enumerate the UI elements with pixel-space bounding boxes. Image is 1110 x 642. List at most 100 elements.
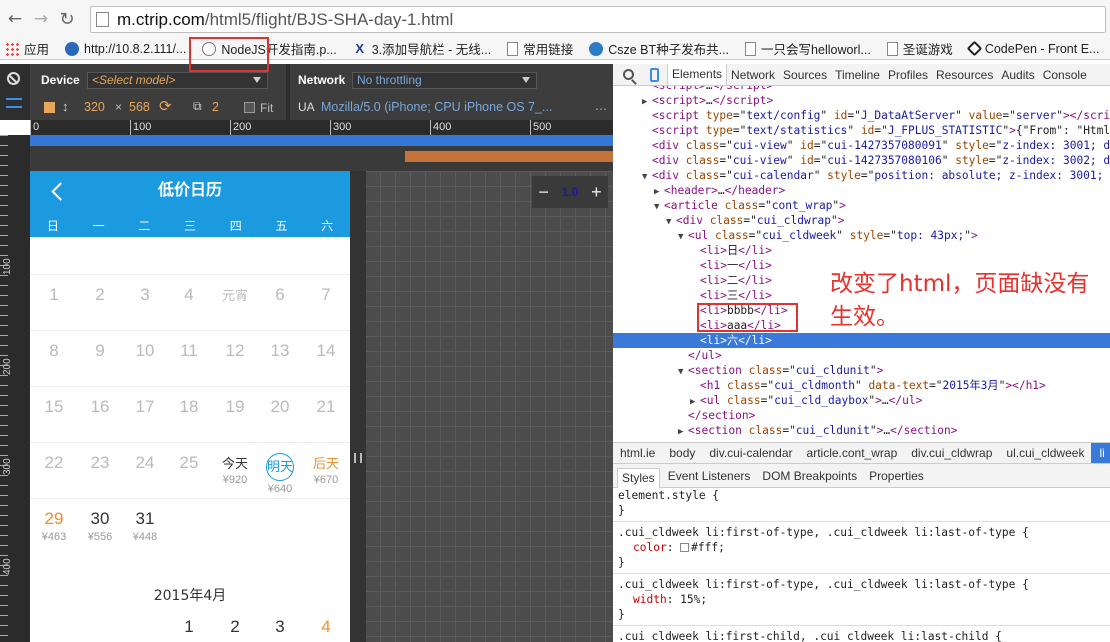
calendar-day[interactable]: 2 bbox=[77, 285, 123, 305]
bookmark-item[interactable]: X 3.添加导航栏 - 无线... bbox=[353, 39, 491, 58]
calendar-day[interactable]: 29 ¥463 bbox=[31, 509, 77, 543]
resize-handle[interactable] bbox=[350, 171, 366, 642]
style-selector[interactable]: .cui_cldweek li:first-of-type, .cui_cldw… bbox=[618, 577, 1029, 592]
user-agent-field[interactable]: Mozilla/5.0 (iPhone; CPU iPhone OS 7_... bbox=[321, 100, 552, 114]
calendar-day[interactable]: 元宵 bbox=[212, 285, 258, 304]
expand-triangle-icon[interactable]: ▶ bbox=[678, 425, 688, 440]
calendar-day[interactable]: 3 bbox=[257, 617, 303, 637]
calendar-day[interactable]: 22 bbox=[31, 453, 77, 473]
tab-timeline[interactable]: Timeline bbox=[831, 68, 884, 82]
breadcrumb-item[interactable]: article.cont_wrap bbox=[800, 446, 905, 460]
calendar-day[interactable]: 9 bbox=[77, 341, 123, 361]
calendar-day[interactable]: 1 bbox=[31, 285, 77, 305]
calendar-day[interactable]: 24 bbox=[122, 453, 168, 473]
calendar-day[interactable]: 30 ¥556 bbox=[77, 509, 123, 543]
url-input[interactable]: m.ctrip.com/html5/flight/BJS-SHA-day-1.h… bbox=[90, 6, 1106, 33]
color-swatch-icon[interactable] bbox=[680, 543, 690, 552]
style-property[interactable]: width: 15%; bbox=[633, 592, 707, 607]
calendar-day[interactable]: 11 bbox=[166, 341, 212, 361]
calendar-day[interactable]: 25 bbox=[166, 453, 212, 473]
tab-sources[interactable]: Sources bbox=[779, 68, 831, 82]
breadcrumb-item[interactable]: div.cui-calendar bbox=[702, 446, 799, 460]
calendar-day[interactable]: 21 bbox=[303, 397, 349, 417]
zoom-in-button[interactable]: + bbox=[591, 182, 602, 203]
dom-node-line[interactable]: </section> bbox=[613, 408, 1110, 423]
dom-node-line[interactable]: ▼ <article class="cont_wrap"> bbox=[613, 198, 1110, 213]
dom-node-line[interactable]: ▶ <ul class="cui_cld_daybox">…</ul> bbox=[613, 393, 1110, 408]
media-query-icon[interactable] bbox=[6, 98, 22, 108]
calendar-day[interactable]: 7 bbox=[303, 285, 349, 305]
width-field[interactable]: 320 bbox=[84, 100, 105, 114]
media-query-bar-min[interactable] bbox=[405, 151, 613, 162]
breadcrumb-item[interactable]: body bbox=[662, 446, 702, 460]
height-field[interactable]: 568 bbox=[129, 100, 150, 114]
dom-node-line[interactable]: ▶ <script>…</script> bbox=[613, 93, 1110, 108]
disable-emulation-icon[interactable] bbox=[7, 72, 20, 85]
dom-node-line[interactable]: ▼ <div class="cui-calendar" style="positi… bbox=[613, 168, 1110, 183]
dom-node-line[interactable]: ▶ <section class="cui_cldunit">…</section… bbox=[613, 423, 1110, 438]
bookmark-item[interactable]: Csze BT种子发布共... bbox=[589, 39, 729, 58]
calendar-day[interactable]: 6 bbox=[257, 285, 303, 305]
dom-node-line[interactable]: <div class="cui-view" id="cui-1427357080… bbox=[613, 138, 1110, 153]
media-query-bar-max[interactable] bbox=[30, 135, 613, 146]
calendar-day[interactable]: 12 bbox=[212, 341, 258, 361]
back-arrow-icon[interactable]: ← bbox=[4, 8, 26, 30]
tab-console[interactable]: Console bbox=[1039, 68, 1091, 82]
calendar-day[interactable]: 16 bbox=[77, 397, 123, 417]
breadcrumb-item[interactable]: ul.cui_cldweek bbox=[999, 446, 1091, 460]
zoom-out-button[interactable]: − bbox=[538, 182, 549, 203]
styles-tab[interactable]: Properties bbox=[865, 469, 928, 483]
reload-icon[interactable]: ↻ bbox=[56, 8, 78, 30]
rotate-icon[interactable]: ⟳ bbox=[159, 97, 172, 115]
bookmark-item[interactable]: CodePen - Front E... bbox=[966, 40, 1099, 57]
calendar-day[interactable]: 今天 ¥920 bbox=[212, 453, 258, 486]
calendar-day[interactable]: 8 bbox=[31, 341, 77, 361]
style-selector[interactable]: .cui_cldweek li:first-child, .cui_cldwee… bbox=[618, 629, 1002, 642]
style-selector[interactable]: element.style { bbox=[618, 488, 719, 503]
styles-tab[interactable]: Event Listeners bbox=[664, 469, 755, 483]
dom-node-line[interactable]: ▼ <ul class="cui_cldweek" style="top: 43p… bbox=[613, 228, 1110, 243]
device-pixel-ratio-field[interactable]: 2 bbox=[212, 100, 219, 114]
calendar-day[interactable]: 20 bbox=[257, 397, 303, 417]
breadcrumb-item[interactable]: html.ie bbox=[613, 446, 662, 460]
calendar-day[interactable]: 15 bbox=[31, 397, 77, 417]
calendar-day[interactable]: 2 bbox=[212, 617, 258, 637]
calendar-day[interactable]: 4 bbox=[166, 285, 212, 305]
calendar-day[interactable]: 18 bbox=[166, 397, 212, 417]
calendar-day[interactable]: 31 ¥448 bbox=[122, 509, 168, 543]
breadcrumb-item[interactable]: div.cui_cldwrap bbox=[904, 446, 999, 460]
fit-checkbox[interactable] bbox=[244, 102, 255, 113]
dom-node-line[interactable]: </ul> bbox=[613, 348, 1110, 363]
calendar-day[interactable]: 明天 ¥640 bbox=[257, 453, 303, 495]
dom-node-line[interactable]: <div class="cui-view" id="cui-1427357080… bbox=[613, 153, 1110, 168]
tab-network[interactable]: Network bbox=[727, 68, 779, 82]
calendar-day[interactable]: 1 bbox=[166, 617, 212, 637]
style-selector[interactable]: .cui_cldweek li:first-of-type, .cui_cldw… bbox=[618, 525, 1029, 540]
network-select[interactable]: No throttling bbox=[352, 72, 537, 89]
tab-elements[interactable]: Elements bbox=[667, 64, 728, 85]
dom-node-line[interactable]: <li>六</li> bbox=[613, 333, 1110, 348]
resolution-checkbox[interactable] bbox=[44, 102, 55, 113]
device-select[interactable]: <Select model> bbox=[87, 72, 268, 89]
device-mode-icon[interactable] bbox=[650, 67, 659, 82]
dom-node-line[interactable]: ▶ <header>…</header> bbox=[613, 183, 1110, 198]
dom-node-line[interactable]: <script>…</script> bbox=[613, 86, 1110, 93]
calendar-day[interactable]: 3 bbox=[122, 285, 168, 305]
search-icon[interactable] bbox=[623, 69, 634, 80]
dom-node-line[interactable]: <h1 class="cui_cldmonth" data-text="2015… bbox=[613, 378, 1110, 393]
bookmark-item[interactable]: http://10.8.2.111/... bbox=[65, 41, 186, 56]
more-icon[interactable]: ⋯ bbox=[595, 102, 607, 116]
bookmark-item[interactable]: 常用链接 bbox=[507, 39, 573, 58]
styles-tab[interactable]: Styles bbox=[617, 467, 660, 488]
calendar-day[interactable]: 17 bbox=[122, 397, 168, 417]
calendar-day[interactable]: 23 bbox=[77, 453, 123, 473]
calendar-day[interactable]: 13 bbox=[257, 341, 303, 361]
bookmark-item[interactable]: 一只会写helloworl... bbox=[745, 39, 871, 58]
dom-node-line[interactable]: ▼ <section class="cui_cldunit"> bbox=[613, 363, 1110, 378]
dom-node-line[interactable]: ▼ <div class="cui_cldwrap"> bbox=[613, 213, 1110, 228]
calendar-day[interactable]: 10 bbox=[122, 341, 168, 361]
dom-node-line[interactable]: <script type="text/statistics" id="J_FPL… bbox=[613, 123, 1110, 138]
dom-node-line[interactable]: <li>日</li> bbox=[613, 243, 1110, 258]
forward-arrow-icon[interactable]: → bbox=[30, 8, 52, 30]
calendar-day[interactable]: 14 bbox=[303, 341, 349, 361]
